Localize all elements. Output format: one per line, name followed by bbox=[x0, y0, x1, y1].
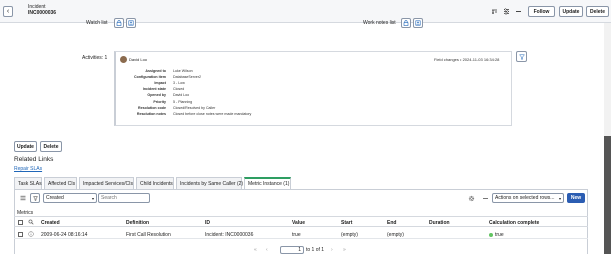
avatar bbox=[120, 56, 127, 63]
field-changes-label: Field changes bbox=[434, 57, 459, 62]
lock-icon bbox=[403, 20, 409, 26]
add-me-icon bbox=[128, 20, 134, 26]
activity-field-value: 3 - Low bbox=[173, 81, 185, 86]
cell-end: (empty) bbox=[387, 232, 404, 238]
chevron-down-icon: ▾ bbox=[91, 195, 94, 201]
cell-created[interactable]: 2009-06-24 08:16:14 bbox=[41, 232, 87, 238]
column-value[interactable]: Value bbox=[292, 220, 305, 226]
column-id[interactable]: ID bbox=[205, 220, 210, 226]
last-page-icon[interactable]: » bbox=[343, 247, 346, 253]
activity-field-value: Closed/Resolved by Caller bbox=[173, 105, 216, 110]
activity-field-value: Closed bbox=[173, 87, 185, 92]
activity-timestamp: 2024-11-03 16:34:28 bbox=[462, 57, 500, 62]
cell-id[interactable]: Incident: INC0000036 bbox=[205, 232, 253, 238]
tab-incidents-by-caller[interactable]: Incidents by Same Caller (2) bbox=[176, 177, 243, 189]
cell-calculation-complete: true bbox=[495, 232, 504, 238]
select-all-checkbox[interactable] bbox=[18, 220, 23, 225]
column-created[interactable]: Created bbox=[41, 220, 60, 226]
tab-impacted-services[interactable]: Impacted Services/CIs bbox=[79, 177, 134, 189]
activity-field-label: Priority bbox=[153, 99, 166, 104]
first-page-icon[interactable]: « bbox=[254, 247, 257, 253]
scrollbar-thumb[interactable] bbox=[604, 136, 611, 254]
watch-list-label: Watch list bbox=[86, 20, 108, 26]
list-filter-toggle[interactable] bbox=[30, 193, 40, 203]
activity-field-label: Configuration item bbox=[134, 75, 166, 80]
add-me-icon bbox=[415, 20, 421, 26]
page-number-value: 1 bbox=[298, 247, 301, 253]
activity-field-label: Impact bbox=[154, 81, 166, 86]
status-dot bbox=[489, 233, 493, 237]
actions-select-value: Actions on selected rows... bbox=[495, 195, 555, 201]
related-links-title: Related Links bbox=[14, 156, 54, 163]
tab-task-slas[interactable]: Task SLAs bbox=[14, 177, 42, 189]
work-notes-lock-button[interactable] bbox=[401, 18, 411, 28]
activity-field-label: Incident state bbox=[142, 87, 166, 92]
tab-metric-instance[interactable]: Metric Instance (1) bbox=[244, 177, 291, 189]
search-input[interactable] bbox=[98, 193, 150, 203]
record-title: Incident INC0000036 bbox=[28, 4, 57, 16]
activity-stream-icon[interactable] bbox=[491, 8, 498, 15]
watch-list-lock-button[interactable] bbox=[114, 18, 124, 28]
repair-slas-link[interactable]: Repair SLAs bbox=[14, 166, 42, 172]
actions-select[interactable]: Actions on selected rows... ▾ bbox=[492, 193, 564, 203]
lock-icon bbox=[116, 20, 122, 26]
more-options-icon[interactable] bbox=[515, 8, 522, 15]
activity-field-changes: Field changes • 2024-11-03 16:34:28 bbox=[434, 57, 499, 62]
cell-start: (empty) bbox=[341, 232, 358, 238]
search-field-select-value: Created bbox=[46, 195, 64, 201]
activities-label: Activities: 1 bbox=[82, 55, 108, 61]
follow-button[interactable]: Follow bbox=[528, 6, 555, 17]
column-search-icon[interactable] bbox=[28, 219, 34, 225]
filter-icon bbox=[32, 195, 38, 201]
activity-field-value: David Loo bbox=[173, 93, 190, 98]
delete-button-header[interactable]: Delete bbox=[586, 6, 609, 17]
column-duration[interactable]: Duration bbox=[429, 220, 450, 226]
cell-value: true bbox=[292, 232, 301, 238]
activity-field-value: DatabaseServer2 bbox=[173, 75, 201, 80]
back-button[interactable]: ‹ bbox=[3, 6, 13, 17]
column-start[interactable]: Start bbox=[341, 220, 352, 226]
activity-author: David Loo bbox=[129, 57, 148, 62]
column-end[interactable]: End bbox=[387, 220, 396, 226]
record-number: INC0000036 bbox=[28, 9, 57, 16]
filter-icon bbox=[518, 54, 525, 59]
personalize-icon[interactable] bbox=[503, 8, 510, 15]
tab-affected-cis[interactable]: Affected CIs bbox=[44, 177, 77, 189]
activity-filter-button[interactable] bbox=[516, 51, 527, 62]
prev-page-icon[interactable]: ‹ bbox=[266, 247, 268, 253]
list-menu-icon[interactable] bbox=[20, 195, 26, 201]
tab-child-incidents[interactable]: Child Incidents bbox=[136, 177, 174, 189]
next-page-icon[interactable]: › bbox=[331, 247, 333, 253]
chevron-down-icon: ▾ bbox=[558, 195, 561, 201]
activity-field-label: Assigned to bbox=[145, 69, 166, 73]
list-more-icon[interactable] bbox=[482, 195, 489, 202]
activity-field-value: 5 - Planning bbox=[173, 99, 193, 104]
bullet-separator: • bbox=[460, 57, 462, 62]
activity-field-label: Resolution notes bbox=[136, 111, 166, 116]
delete-button[interactable]: Delete bbox=[40, 141, 62, 152]
new-button[interactable]: New bbox=[567, 193, 585, 203]
update-button[interactable]: Update bbox=[14, 141, 37, 152]
column-calculation-complete[interactable]: Calculation complete bbox=[489, 220, 539, 226]
row-checkbox[interactable] bbox=[18, 232, 23, 237]
activity-field-value: Closed before close notes were made mand… bbox=[173, 111, 252, 116]
activity-field-label: Resolution code bbox=[138, 105, 166, 110]
activity-field-value: Luke Wilson bbox=[173, 69, 193, 73]
cell-definition[interactable]: First Call Resolution bbox=[126, 232, 171, 238]
activity-card: David Loo Field changes • 2024-11-03 16:… bbox=[114, 51, 512, 126]
search-field-select[interactable]: Created ▾ bbox=[43, 193, 97, 203]
pagination-text: to 1 of 1 bbox=[306, 247, 325, 253]
work-notes-add-me-button[interactable] bbox=[413, 18, 423, 28]
activity-field-label: Opened by bbox=[147, 93, 166, 98]
update-button-header[interactable]: Update bbox=[559, 6, 583, 17]
page-number-input[interactable]: 1 bbox=[280, 246, 304, 254]
watch-list-add-me-button[interactable] bbox=[126, 18, 136, 28]
work-notes-list-label: Work notes list bbox=[363, 20, 396, 26]
row-info-icon[interactable] bbox=[28, 231, 34, 237]
chevron-left-icon: ‹ bbox=[6, 8, 10, 15]
settings-gear-icon[interactable] bbox=[468, 195, 475, 202]
column-definition[interactable]: Definition bbox=[126, 220, 149, 226]
